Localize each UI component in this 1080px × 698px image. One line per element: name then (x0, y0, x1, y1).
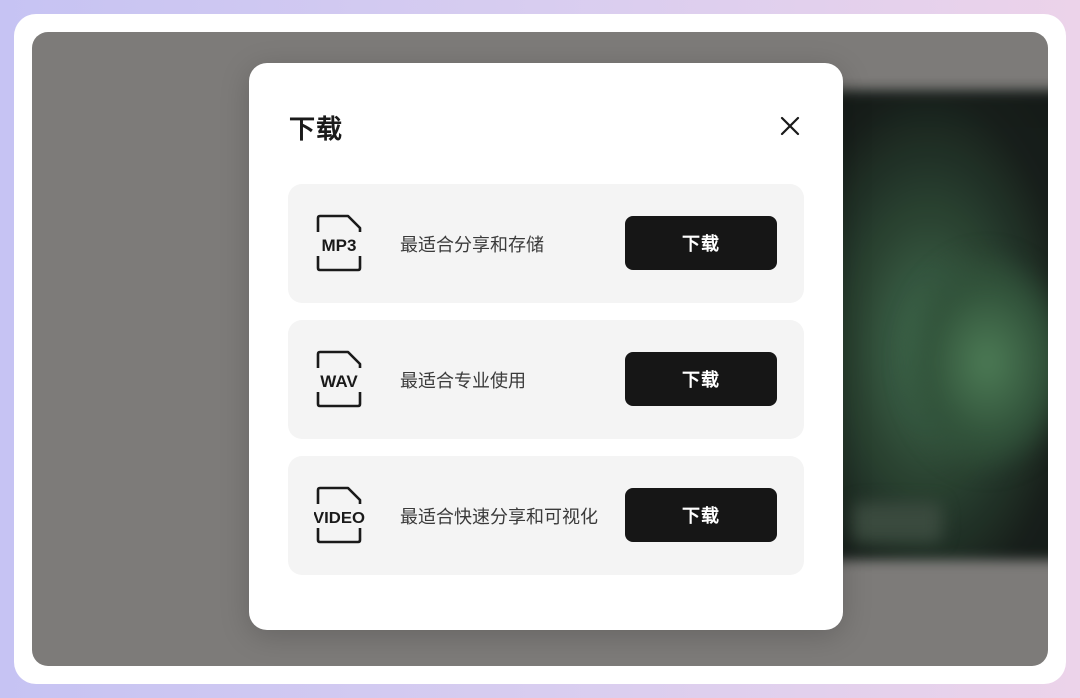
download-dialog: 下载 MP3 最适合分享和存储 下载 WAV 最适合专业使用 下载 VIDEO … (249, 63, 843, 630)
download-options-list: MP3 最适合分享和存储 下载 WAV 最适合专业使用 下载 VIDEO 最适合… (288, 184, 804, 592)
file-icon-label: WAV (320, 372, 358, 391)
option-description: 最适合快速分享和可视化 (400, 506, 598, 528)
file-icon-label: MP3 (322, 236, 357, 255)
dialog-title: 下载 (289, 115, 344, 145)
close-icon[interactable] (777, 113, 803, 139)
download-option-mp3: MP3 最适合分享和存储 下载 (288, 184, 804, 303)
option-description: 最适合分享和存储 (400, 234, 544, 256)
video-file-icon: VIDEO (313, 486, 370, 544)
download-option-video: VIDEO 最适合快速分享和可视化 下载 (288, 456, 804, 575)
file-icon-label: VIDEO (314, 510, 365, 527)
download-wav-button[interactable]: 下载 (625, 352, 777, 406)
download-mp3-button[interactable]: 下载 (625, 216, 777, 270)
wav-file-icon: WAV (314, 350, 370, 408)
download-video-button[interactable]: 下载 (625, 488, 777, 542)
download-option-wav: WAV 最适合专业使用 下载 (288, 320, 804, 439)
option-description: 最适合专业使用 (400, 370, 526, 392)
background-blur-bar (852, 502, 942, 542)
mp3-file-icon: MP3 (314, 214, 370, 272)
